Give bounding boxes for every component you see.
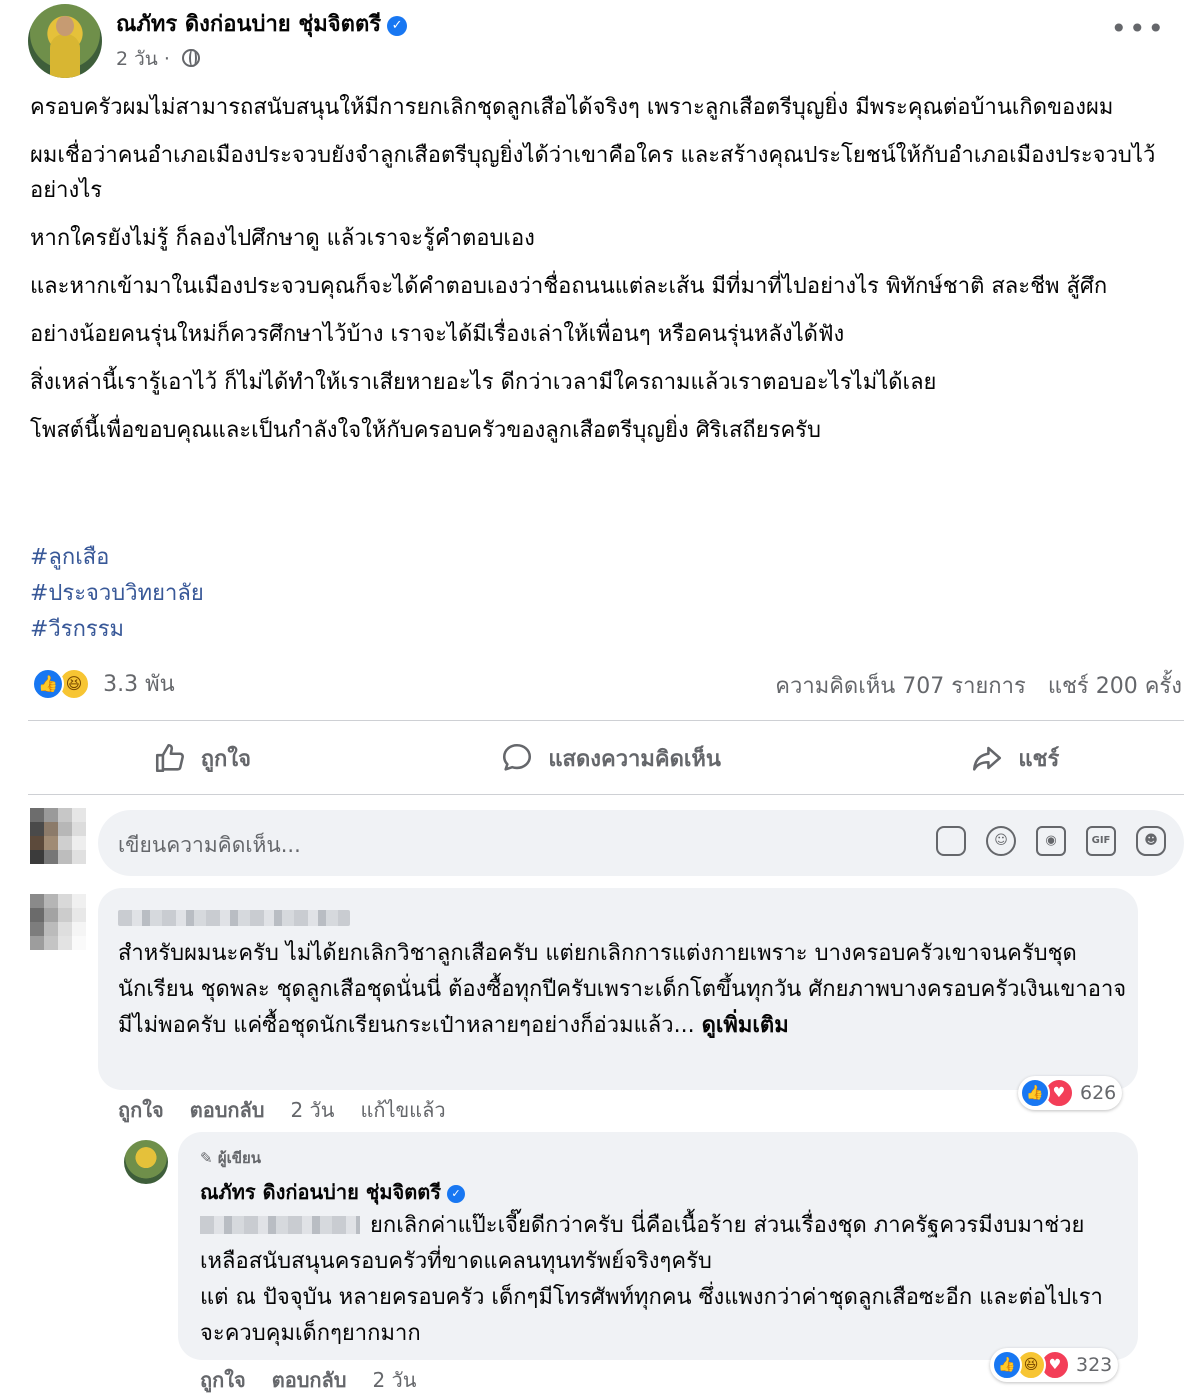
mentioned-user-blurred[interactable]: [200, 1216, 360, 1234]
comment-input-placeholder: เขียนความคิดเห็น...: [118, 833, 301, 857]
comment-bubble-icon: [503, 743, 532, 771]
reply-reply-link[interactable]: ตอบกลับ: [272, 1368, 347, 1392]
commenter-avatar[interactable]: [30, 894, 86, 950]
share-button[interactable]: แชร์: [970, 741, 1059, 776]
like-reaction-icon: 👍: [1020, 1078, 1050, 1108]
reply-reaction-badge[interactable]: 👍 😆 ♥ 323: [990, 1348, 1119, 1382]
commenter-name-blurred[interactable]: [118, 910, 350, 926]
comment-reaction-count: 626: [1080, 1082, 1117, 1104]
post-body: ครอบครัวผมไม่สามารถสนับสนุนให้มีการยกเลิ…: [30, 90, 1180, 461]
post-paragraph: โพสต์นี้เพื่อขอบคุณและเป็นกำลังใจให้กับค…: [30, 418, 821, 443]
comment-button[interactable]: แสดงความคิดเห็น: [500, 741, 721, 776]
hashtag-list: #ลูกเสือ #ประจวบวิทยาลัย #วีรกรรม: [30, 540, 204, 648]
comment-edited-label: แก้ไขแล้ว: [360, 1098, 446, 1122]
author-badge: ✎ ผู้เขียน: [200, 1146, 261, 1170]
more-options-button[interactable]: •••: [1110, 12, 1166, 45]
post-stats: ความคิดเห็น 707 รายการ แชร์ 200 ครั้ง: [775, 668, 1182, 703]
like-button[interactable]: ถูกใจ: [153, 741, 251, 776]
comment-input-tools: ☺ ◉ GIF ☻: [936, 826, 1166, 856]
reply-author-avatar[interactable]: [124, 1140, 168, 1184]
shares-count-link[interactable]: แชร์ 200 ครั้ง: [1048, 674, 1182, 699]
share-arrow-icon: [973, 746, 1002, 771]
verified-badge-icon: ✓: [387, 16, 408, 36]
share-button-label: แชร์: [1018, 746, 1060, 772]
reply-body-line2: แต่ ณ ปัจจุบัน หลายครอบครัว เด็กๆมีโทรศั…: [200, 1285, 1103, 1346]
post-author-row: ณภัทร ดิงก่อนบ่าย ชุ่มจิตตรี ✓: [116, 6, 408, 41]
post-paragraph: สิ่งเหล่านี้เรารู้เอาไว้ ก็ไม่ได้ทำให้เร…: [30, 370, 937, 395]
reply-like-link[interactable]: ถูกใจ: [200, 1368, 246, 1392]
author-avatar[interactable]: [28, 4, 102, 78]
comment-text: สำหรับผมนะครับ ไม่ได้ยกเลิกวิชาลูกเสือคร…: [118, 936, 1128, 1044]
reply-actions: ถูกใจ ตอบกลับ 2 วัน: [200, 1364, 416, 1396]
reply-text: ยกเลิกค่าแป๊ะเจี๊ยดีกว่าครับ นี่คือเนื้อ…: [200, 1208, 1120, 1352]
reaction-summary[interactable]: 👍 😆 3.3 พัน: [32, 666, 175, 702]
comments-count-link[interactable]: ความคิดเห็น 707 รายการ: [775, 674, 1026, 699]
verified-badge-icon: ✓: [446, 1185, 465, 1203]
author-badge-label: ผู้เขียน: [217, 1149, 262, 1167]
post-meta: 2 วัน ·: [116, 44, 200, 74]
post-paragraph: หากใครยังไม่รู้ ก็ลองไปศึกษาดู แล้วเราจะ…: [30, 226, 535, 251]
reply-time[interactable]: 2 วัน: [372, 1368, 416, 1392]
hashtag-link[interactable]: #วีรกรรม: [30, 612, 204, 648]
post-time[interactable]: 2 วัน: [116, 48, 158, 70]
comment-reaction-badge[interactable]: 👍 ♥ 626: [1018, 1076, 1123, 1110]
reply-author-row: ณภัทร ดิงก่อนบ่าย ชุ่มจิตตรี ✓: [200, 1176, 465, 1208]
like-button-label: ถูกใจ: [200, 746, 251, 772]
post-paragraph: ครอบครัวผมไม่สามารถสนับสนุนให้มีการยกเลิ…: [30, 95, 1114, 120]
post-paragraph: อย่างน้อยคนรุ่นใหม่ก็ควรศึกษาไว้บ้าง เรา…: [30, 322, 845, 347]
avatar-sticker-icon[interactable]: ☻: [1136, 826, 1166, 856]
post-paragraph: ผมเชื่อว่าคนอำเภอเมืองประจวบยังจำลูกเสือ…: [30, 143, 1156, 203]
thumbs-up-icon: [155, 743, 184, 773]
comment-button-label: แสดงความคิดเห็น: [548, 746, 721, 772]
divider: [28, 794, 1184, 795]
divider: [28, 720, 1184, 721]
post-paragraph: และหากเข้ามาในเมืองประจวบคุณก็จะได้คำตอบ…: [30, 274, 1108, 299]
globe-icon: [181, 49, 200, 67]
emoji-icon[interactable]: ☺: [986, 826, 1016, 856]
pencil-icon: ✎: [200, 1149, 213, 1167]
post-author-name[interactable]: ณภัทร ดิงก่อนบ่าย ชุ่มจิตตรี: [116, 12, 381, 37]
current-user-avatar[interactable]: [30, 808, 86, 864]
comment-body: สำหรับผมนะครับ ไม่ได้ยกเลิกวิชาลูกเสือคร…: [118, 941, 1127, 1038]
comment-reply-link[interactable]: ตอบกลับ: [190, 1098, 265, 1122]
reply-reaction-count: 323: [1076, 1354, 1113, 1376]
sticker-icon[interactable]: [936, 826, 966, 856]
comment-like-link[interactable]: ถูกใจ: [118, 1098, 164, 1122]
hashtag-link[interactable]: #ประจวบวิทยาลัย: [30, 576, 204, 612]
comment-actions: ถูกใจ ตอบกลับ 2 วัน แก้ไขแล้ว: [118, 1094, 446, 1126]
reaction-count: 3.3 พัน: [103, 672, 175, 697]
post-action-bar: ถูกใจ แสดงความคิดเห็น แชร์: [28, 728, 1184, 788]
gif-icon[interactable]: GIF: [1086, 826, 1116, 856]
camera-icon[interactable]: ◉: [1036, 826, 1066, 856]
hashtag-link[interactable]: #ลูกเสือ: [30, 540, 204, 576]
see-more-link[interactable]: ดูเพิ่มเติม: [702, 1013, 789, 1038]
reply-author-name[interactable]: ณภัทร ดิงก่อนบ่าย ชุ่มจิตตรี: [200, 1180, 441, 1204]
comment-time[interactable]: 2 วัน: [290, 1098, 334, 1122]
like-reaction-icon: 👍: [32, 667, 64, 700]
like-reaction-icon: 👍: [992, 1350, 1022, 1380]
